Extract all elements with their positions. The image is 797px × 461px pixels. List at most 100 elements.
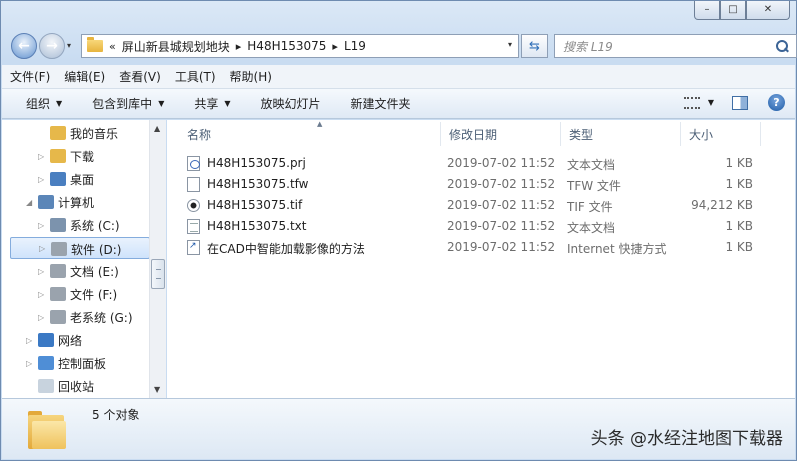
nav-tree-item[interactable]: ◢ 计算机 — [2, 191, 150, 213]
back-button[interactable]: ← — [11, 33, 37, 59]
close-button[interactable]: ✕ — [746, 1, 790, 20]
collapse-arrow-icon[interactable]: ▷ — [38, 221, 46, 230]
menu-edit[interactable]: 编辑(E) — [64, 68, 105, 85]
file-row[interactable]: H48H153075.tfw 2019-07-02 11:52 TFW 文件 1 KB — [183, 174, 763, 195]
nav-tree-label: 网络 — [58, 334, 83, 348]
minimize-icon: – — [704, 4, 710, 15]
dropdown-arrow-icon: ▼ — [224, 99, 231, 108]
column-header-name[interactable]: 名称 ▲ — [179, 120, 441, 146]
address-bar[interactable]: « 屏山新县城规划地块 ▸ H48H153075 ▸ L19 ▾ — [81, 34, 519, 58]
refresh-icon: ⇆ — [529, 38, 540, 54]
file-type: TFW 文件 — [567, 179, 621, 193]
collapse-arrow-icon[interactable]: ▷ — [39, 244, 47, 253]
file-name: H48H153075.txt — [207, 219, 307, 233]
file-type: TIF 文件 — [567, 200, 613, 214]
forward-arrow-icon: → — [46, 38, 58, 54]
breadcrumb-separator[interactable]: ▸ — [332, 40, 338, 53]
breadcrumb-item[interactable]: H48H153075 — [247, 39, 326, 53]
nav-tree-item[interactable]: ▷ 文件 (F:) — [2, 283, 150, 305]
nav-tree-item[interactable]: ▷ 控制面板 — [2, 352, 150, 374]
navigation-pane: 我的音乐 ▷ 下载 ▷ 桌面 ◢ 计算机 ▷ 系统 (C:) ▷ 软件 (D:) ▷ 文档 (E:) ▷ 文… — [2, 120, 166, 398]
nav-tree-item[interactable]: 回收站 — [2, 375, 150, 397]
file-name: H48H153075.tif — [207, 198, 303, 212]
new-folder-button[interactable]: 新建文件夹 — [351, 95, 411, 112]
collapse-arrow-icon[interactable]: ▷ — [38, 313, 46, 322]
file-modified: 2019-07-02 11:52 — [447, 198, 556, 212]
collapse-arrow-icon[interactable]: ▷ — [38, 175, 46, 184]
breadcrumb-separator[interactable]: ▸ — [236, 40, 242, 53]
nav-tree-label: 桌面 — [70, 173, 95, 187]
slideshow-button[interactable]: 放映幻灯片 — [261, 95, 321, 112]
nav-tree-label: 老系统 (G:) — [70, 311, 133, 325]
breadcrumb-item[interactable]: 屏山新县城规划地块 — [122, 38, 230, 55]
caption-buttons: – □ ✕ — [694, 1, 790, 20]
nav-tree-item[interactable]: ▷ 下载 — [2, 145, 150, 167]
nav-tree-label: 控制面板 — [58, 357, 107, 371]
file-row[interactable]: H48H153075.prj 2019-07-02 11:52 文本文档 1 KB — [183, 153, 763, 174]
file-type: 文本文档 — [567, 221, 616, 235]
file-row[interactable]: 在CAD中智能加载影像的方法 2019-07-02 11:52 Internet 快… — [183, 237, 763, 258]
share-button[interactable]: 共享 ▼ — [194, 95, 230, 112]
file-size: 1 KB — [725, 219, 753, 233]
menu-bar: 文件(F) 编辑(E) 查看(V) 工具(T) 帮助(H) — [2, 65, 795, 89]
scroll-thumb[interactable] — [151, 259, 165, 289]
column-name-label: 名称 — [187, 127, 212, 142]
nav-tree-item[interactable]: ▷ 软件 (D:) — [10, 237, 150, 259]
breadcrumb-overflow[interactable]: « — [109, 40, 116, 53]
collapse-arrow-icon[interactable]: ▷ — [26, 336, 34, 345]
file-row[interactable]: H48H153075.tif 2019-07-02 11:52 TIF 文件 94,2… — [183, 195, 763, 216]
menu-tools[interactable]: 工具(T) — [175, 68, 216, 85]
nav-tree-item[interactable]: ▷ 老系统 (G:) — [2, 306, 150, 328]
file-size: 1 KB — [725, 156, 753, 170]
recent-pages-dropdown[interactable]: ▾ — [67, 41, 71, 50]
nav-tree-item[interactable]: 我的音乐 — [2, 122, 150, 144]
help-icon[interactable]: ? — [768, 94, 785, 111]
preview-pane-icon[interactable] — [732, 95, 748, 110]
include-in-library-button[interactable]: 包含到库中 ▼ — [92, 95, 164, 112]
nav-tree-item[interactable]: ▷ 系统 (C:) — [2, 214, 150, 236]
expand-arrow-icon[interactable]: ◢ — [26, 198, 34, 207]
dropdown-arrow-icon: ▼ — [56, 99, 63, 108]
file-type: 文本文档 — [567, 158, 616, 172]
collapse-arrow-icon[interactable]: ▷ — [38, 152, 46, 161]
scroll-down-icon[interactable]: ▼ — [154, 385, 160, 394]
internet-shortcut-icon — [187, 240, 200, 255]
nav-scrollbar[interactable]: ▲ ▼ — [149, 120, 166, 398]
file-name: 在CAD中智能加载影像的方法 — [207, 242, 365, 256]
forward-button[interactable]: → — [39, 33, 65, 59]
search-input[interactable]: 搜索 L19 — [554, 34, 797, 58]
view-options-dropdown[interactable]: ▼ — [708, 98, 714, 107]
address-dropdown-icon[interactable]: ▾ — [508, 40, 512, 49]
desktop-folder-icon — [50, 172, 66, 186]
refresh-button[interactable]: ⇆ — [521, 34, 548, 58]
search-icon[interactable] — [776, 40, 788, 52]
nav-tree-label: 我的音乐 — [70, 127, 119, 141]
menu-help[interactable]: 帮助(H) — [230, 68, 272, 85]
column-header-type[interactable]: 类型 — [561, 122, 681, 146]
command-bar: 组织 ▼ 包含到库中 ▼ 共享 ▼ 放映幻灯片 新建文件夹 ▼ ? — [2, 89, 795, 119]
maximize-button[interactable]: □ — [720, 1, 746, 20]
change-view-icon[interactable] — [683, 96, 700, 109]
drive-icon — [50, 310, 66, 324]
file-size: 94,212 KB — [691, 198, 753, 212]
collapse-arrow-icon[interactable]: ▷ — [38, 267, 46, 276]
menu-file[interactable]: 文件(F) — [10, 68, 50, 85]
system-drive-icon — [50, 218, 66, 232]
folder-icon — [28, 409, 68, 449]
nav-tree-item[interactable]: ▷ 桌面 — [2, 168, 150, 190]
txt-file-icon — [187, 219, 200, 234]
column-header-size[interactable]: 大小 — [681, 122, 761, 146]
file-row[interactable]: H48H153075.txt 2019-07-02 11:52 文本文档 1 KB — [183, 216, 763, 237]
collapse-arrow-icon[interactable]: ▷ — [26, 359, 34, 368]
column-header-modified[interactable]: 修改日期 — [441, 122, 561, 146]
breadcrumb-item[interactable]: L19 — [344, 39, 366, 53]
menu-view[interactable]: 查看(V) — [119, 68, 161, 85]
collapse-arrow-icon[interactable]: ▷ — [38, 290, 46, 299]
nav-tree-item[interactable]: ▷ 网络 — [2, 329, 150, 351]
minimize-button[interactable]: – — [694, 1, 720, 20]
drive-icon — [51, 242, 67, 256]
nav-tree-item[interactable]: ▷ 文档 (E:) — [2, 260, 150, 282]
organize-button[interactable]: 组织 ▼ — [26, 95, 62, 112]
navigation-row: ← → ▾ « 屏山新县城规划地块 ▸ H48H153075 ▸ L19 ▾ ⇆… — [9, 31, 797, 61]
scroll-up-icon[interactable]: ▲ — [154, 124, 160, 133]
